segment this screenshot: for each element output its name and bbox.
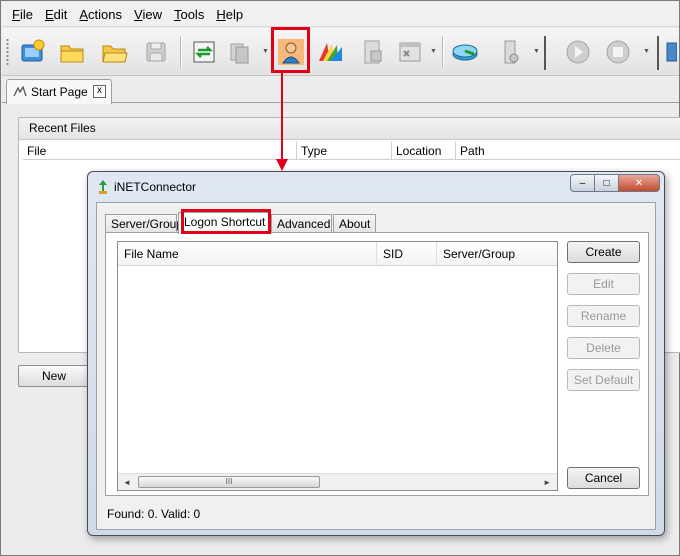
new-connection-icon <box>21 39 45 62</box>
scrollbar-thumb[interactable]: III <box>138 476 320 488</box>
toolbar-grip[interactable] <box>6 38 9 66</box>
overflow-button[interactable] <box>664 36 678 68</box>
save-icon <box>146 42 166 62</box>
chevron-down-icon[interactable]: ▼ <box>262 48 269 56</box>
toolbar-divider <box>657 36 659 70</box>
tab-start-page-label: Start Page <box>31 85 88 99</box>
delete-button[interactable]: Delete <box>567 337 640 359</box>
col-file-name[interactable]: File Name <box>118 242 377 266</box>
copy-files-button[interactable] <box>224 36 256 68</box>
window-controls: – □ ✕ <box>570 174 660 192</box>
create-button[interactable]: Create <box>567 241 640 263</box>
toolbar-separator <box>442 36 443 68</box>
horizontal-scrollbar[interactable]: ◄ III ► <box>118 473 557 490</box>
highlight-logon-shortcut-button <box>271 27 310 73</box>
open-folder-alt-icon <box>102 45 128 63</box>
window-button[interactable] <box>394 36 426 68</box>
toolbar-separator <box>180 36 181 68</box>
menu-actions[interactable]: Actions <box>73 2 128 27</box>
document-button[interactable] <box>356 36 388 68</box>
chevron-down-icon[interactable]: ▼ <box>643 48 650 56</box>
play-icon <box>566 40 590 64</box>
transfer-icon <box>193 41 215 63</box>
toolbar-divider <box>544 36 546 70</box>
set-default-button[interactable]: Set Default <box>567 369 640 391</box>
col-file[interactable]: File <box>23 142 297 160</box>
open-folder-button[interactable] <box>56 36 88 68</box>
color-palette-icon <box>319 43 342 61</box>
save-button[interactable] <box>140 36 172 68</box>
dialog-body: Server/Group Logon Shortcut Advanced Abo… <box>96 202 656 530</box>
settings-button[interactable] <box>494 36 526 68</box>
recent-files-header: File Type Location Path <box>23 142 680 160</box>
document-icon <box>364 40 382 64</box>
new-button[interactable]: New <box>18 365 90 387</box>
close-button[interactable]: ✕ <box>618 174 660 192</box>
app-window: File Edit Actions View Tools Help ▼ ▼ ▼ … <box>0 0 680 556</box>
tab-about[interactable]: About <box>333 214 376 233</box>
new-connection-button[interactable] <box>16 36 48 68</box>
stop-button[interactable] <box>602 36 634 68</box>
menu-tools[interactable]: Tools <box>168 2 210 27</box>
col-path[interactable]: Path <box>456 142 680 160</box>
tab-server-group[interactable]: Server/Group <box>105 214 183 233</box>
col-location[interactable]: Location <box>392 142 456 160</box>
app-icon <box>99 180 107 194</box>
highlight-logon-shortcut-tab <box>181 209 271 234</box>
chevron-down-icon[interactable]: ▼ <box>430 48 437 56</box>
rename-button[interactable]: Rename <box>567 305 640 327</box>
stop-icon <box>606 40 630 64</box>
connect-button[interactable] <box>449 36 481 68</box>
status-text: Found: 0. Valid: 0 <box>107 507 201 521</box>
shortcut-list-header: File Name SID Server/Group <box>118 242 557 266</box>
settings-icon <box>504 40 519 64</box>
document-tabstrip: Start Page x <box>2 77 679 104</box>
inetconnector-dialog: iNETConnector – □ ✕ Server/Group Logon S… <box>87 171 665 536</box>
col-server-group[interactable]: Server/Group <box>437 242 557 266</box>
start-page-icon <box>13 86 27 97</box>
menu-help[interactable]: Help <box>210 2 249 27</box>
open-folder-alt-button[interactable] <box>98 36 130 68</box>
annotation-arrow <box>281 73 283 161</box>
menu-view[interactable]: View <box>128 2 168 27</box>
dialog-title: iNETConnector <box>114 180 197 194</box>
tab-start-page[interactable]: Start Page x <box>6 79 112 104</box>
col-sid[interactable]: SID <box>377 242 437 266</box>
dialog-titlebar: iNETConnector <box>98 178 196 196</box>
menu-file[interactable]: File <box>6 2 39 27</box>
copy-files-icon <box>230 43 249 64</box>
recent-files-title: Recent Files <box>19 118 680 140</box>
menubar: File Edit Actions View Tools Help <box>2 2 679 27</box>
logon-shortcut-panel: File Name SID Server/Group ◄ III ► Creat… <box>105 232 649 496</box>
maximize-button[interactable]: □ <box>594 174 619 192</box>
window-icon <box>399 42 421 62</box>
scroll-left-icon[interactable]: ◄ <box>123 478 131 487</box>
minimize-button[interactable]: – <box>570 174 595 192</box>
shortcut-list[interactable]: File Name SID Server/Group ◄ III ► <box>117 241 558 491</box>
open-folder-icon <box>60 45 84 63</box>
overflow-icon <box>666 42 677 62</box>
tab-advanced[interactable]: Advanced <box>271 214 332 233</box>
color-palette-button[interactable] <box>314 36 346 68</box>
scroll-right-icon[interactable]: ► <box>543 478 551 487</box>
annotation-arrow-head <box>276 159 288 171</box>
connect-icon <box>452 44 478 61</box>
transfer-button[interactable] <box>188 36 220 68</box>
menu-edit[interactable]: Edit <box>39 2 73 27</box>
col-type[interactable]: Type <box>297 142 392 160</box>
edit-button[interactable]: Edit <box>567 273 640 295</box>
toolbar: ▼ ▼ ▼ ▼ <box>2 28 679 76</box>
cancel-button[interactable]: Cancel <box>567 467 640 489</box>
chevron-down-icon[interactable]: ▼ <box>533 48 540 56</box>
play-button[interactable] <box>562 36 594 68</box>
close-icon[interactable]: x <box>93 85 106 98</box>
